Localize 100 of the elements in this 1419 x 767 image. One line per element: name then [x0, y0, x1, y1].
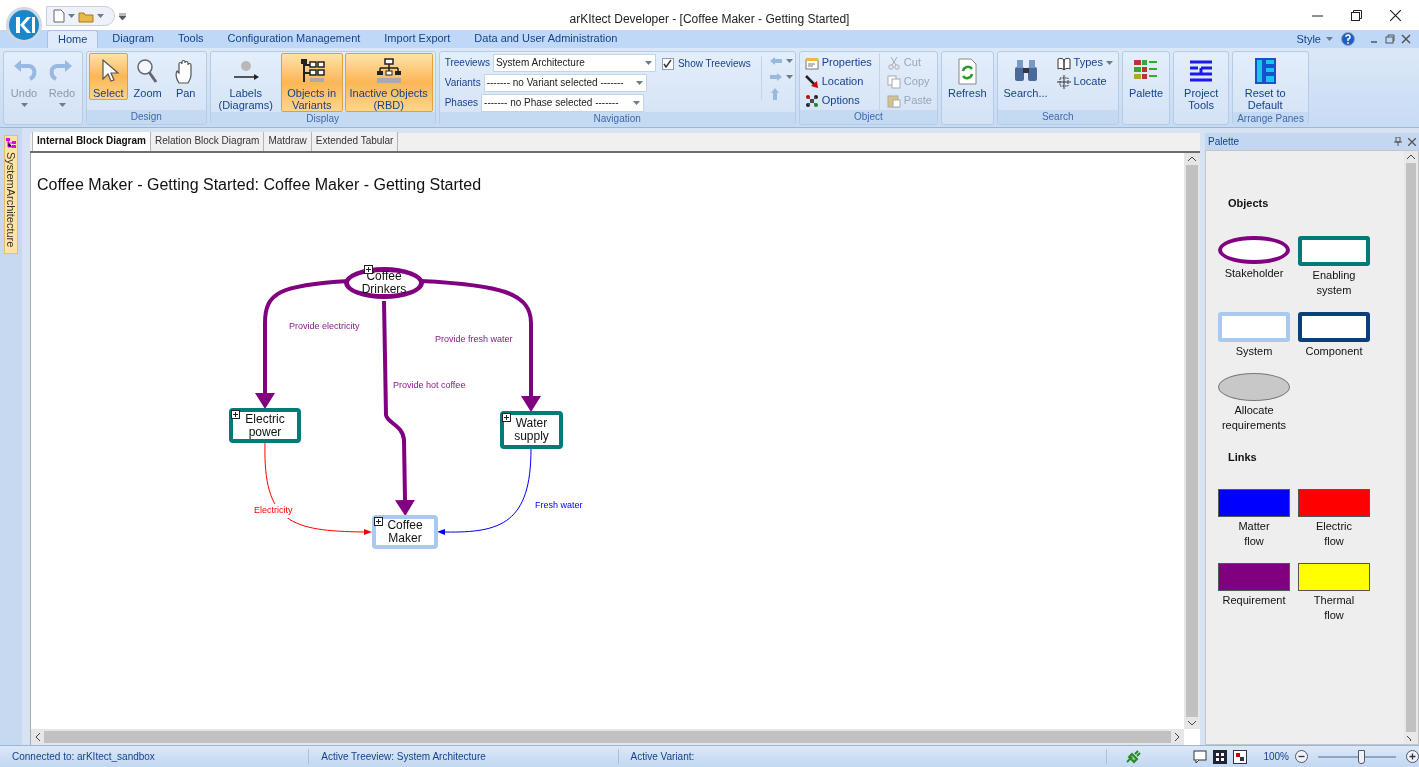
check-icon — [663, 59, 673, 68]
zoom-level: 100% — [1263, 750, 1289, 764]
restore-icon[interactable] — [1351, 10, 1362, 21]
enabling-node: Electric power — [229, 408, 301, 443]
customize-icon[interactable] — [119, 13, 126, 20]
group-label: Arrange Panes — [1233, 112, 1308, 126]
section-heading: Links — [1227, 449, 1258, 465]
horizontal-scrollbar[interactable] — [31, 729, 1184, 745]
toolbar-button[interactable]: Labels (Diagrams) — [212, 53, 279, 112]
expand-icon[interactable] — [502, 413, 511, 422]
palette-item[interactable]: Component — [1294, 311, 1374, 359]
field-label: Variants — [444, 76, 481, 90]
clipboard-icon — [886, 93, 901, 108]
palette-item[interactable]: System — [1214, 311, 1294, 359]
ribbon-tab[interactable]: Configuration Management — [217, 30, 371, 48]
vertical-scrollbar[interactable] — [1184, 153, 1200, 729]
scissors-icon — [886, 55, 901, 70]
help-icon[interactable] — [1341, 32, 1355, 47]
dropdown-field[interactable]: ------- no Phase selected ------- — [481, 93, 645, 112]
dropdown-field[interactable]: System Architecture — [492, 53, 656, 72]
copy-icon — [886, 74, 901, 89]
toolbar-button[interactable]: Palette — [1124, 53, 1168, 100]
status-text: Active Treeview: System Architecture — [309, 749, 619, 764]
side-tab[interactable]: SystemArchitecture — [4, 135, 18, 255]
pin-icon[interactable] — [1394, 137, 1402, 146]
ribbon-tab[interactable]: Data and User Administration — [464, 30, 628, 48]
vertical-scrollbar[interactable] — [1404, 151, 1418, 744]
caret-icon[interactable] — [97, 14, 104, 18]
window-title: arKItect Developer - [Coffee Maker - Getting Started] — [569, 11, 850, 28]
toolbar-button[interactable]: Zoom — [129, 53, 166, 100]
toolbar-button[interactable]: Options — [801, 91, 875, 110]
caret-icon[interactable] — [785, 59, 793, 63]
document-tab[interactable]: Extended Tabular — [311, 132, 399, 151]
toolbar-button[interactable]: Reset to Default — [1235, 53, 1296, 112]
diagram-title: Coffee Maker - Getting Started: Coffee Maker - Getting Started — [37, 175, 482, 195]
enabling-node: Water supply — [500, 411, 563, 449]
caret-icon[interactable] — [633, 100, 641, 105]
expand-icon[interactable] — [374, 517, 383, 526]
palette-item[interactable]: Stakeholder — [1214, 235, 1294, 298]
section-heading: Objects — [1227, 196, 1270, 211]
zoom-in-icon[interactable] — [1406, 750, 1419, 763]
palette-item[interactable]: Electric flow — [1294, 489, 1374, 549]
nodes-icon — [804, 93, 819, 108]
caret-icon[interactable] — [785, 75, 793, 79]
folder-icon[interactable] — [78, 9, 94, 23]
ribbon-tab[interactable]: Import Export — [374, 30, 461, 48]
palette-item[interactable]: Requirement — [1214, 563, 1294, 623]
system-node: Coffee Maker — [372, 515, 438, 549]
dropdown-field[interactable]: ------- no Variant selected ------- — [483, 73, 647, 92]
ribbon-tab[interactable]: Tools — [167, 30, 214, 48]
comment-icon[interactable] — [1193, 749, 1208, 764]
toolbar-button[interactable]: Select — [89, 53, 128, 100]
toolbar-button[interactable]: Refresh — [944, 53, 991, 100]
toolbar-button[interactable]: Search... — [999, 53, 1052, 100]
link-label: Electricity — [254, 504, 293, 518]
caret-icon[interactable] — [1105, 60, 1113, 65]
card-icon — [804, 55, 819, 70]
grid-icon[interactable] — [1213, 749, 1228, 764]
caret-icon[interactable] — [1326, 37, 1333, 42]
document-tab[interactable]: Relation Block Diagram — [150, 132, 265, 151]
caret-icon[interactable] — [644, 60, 652, 65]
layout-icon[interactable] — [1233, 749, 1248, 764]
field-label: Treeviews — [444, 56, 490, 70]
palette-item[interactable]: Allocate requirements — [1214, 372, 1294, 433]
target-icon — [1056, 74, 1071, 89]
caret-icon[interactable] — [68, 14, 75, 18]
scroll-up-icon[interactable] — [1407, 154, 1415, 159]
zoom-out-icon[interactable] — [1295, 750, 1308, 763]
scroll-right-icon[interactable] — [1175, 733, 1180, 741]
expand-icon[interactable] — [231, 410, 240, 419]
scroll-down-icon[interactable] — [1188, 721, 1196, 726]
caret-icon[interactable] — [635, 80, 643, 85]
ribbon-tab[interactable]: Home — [47, 30, 99, 48]
palette-item[interactable]: Matter flow — [1214, 489, 1294, 549]
close-icon[interactable] — [1390, 10, 1401, 21]
new-document-icon[interactable] — [53, 9, 65, 23]
field-label: Phases — [444, 96, 479, 110]
style-menu[interactable]: Style — [1294, 31, 1335, 48]
palette-item[interactable]: Enabling system — [1294, 235, 1374, 298]
scroll-left-icon[interactable] — [35, 733, 40, 741]
status-text: Connected to: arKItect_sandbox — [0, 749, 310, 764]
palette-item[interactable]: Thermal flow — [1294, 563, 1374, 623]
document-tab[interactable]: Matdraw — [264, 132, 312, 151]
toolbar-button[interactable]: Objects in Variants — [280, 53, 343, 112]
toolbar-button[interactable]: Types — [1053, 53, 1116, 72]
pane-title: Palette — [1208, 135, 1240, 149]
plug-icon[interactable] — [1125, 749, 1142, 764]
hierarchy-icon — [374, 57, 403, 85]
toolbar-button[interactable]: Project Tools — [1176, 53, 1227, 112]
slider-thumb[interactable] — [1358, 749, 1366, 764]
show-treeviews-checkbox[interactable]: Show Treeviews — [661, 56, 751, 71]
toolbar-button[interactable]: Properties — [801, 53, 875, 72]
toolbar-button[interactable]: Location — [801, 72, 875, 91]
toolbar-button[interactable]: Pan — [167, 53, 204, 100]
toolbar-button[interactable]: Inactive Objects (RBD) — [344, 53, 433, 112]
ribbon-tab[interactable]: Diagram — [102, 30, 164, 48]
scroll-up-icon[interactable] — [1188, 156, 1196, 161]
group-label: Design — [87, 110, 206, 124]
toolbar-button[interactable]: Locate — [1053, 72, 1116, 91]
document-tab[interactable]: Internal Block Diagram — [32, 132, 151, 151]
